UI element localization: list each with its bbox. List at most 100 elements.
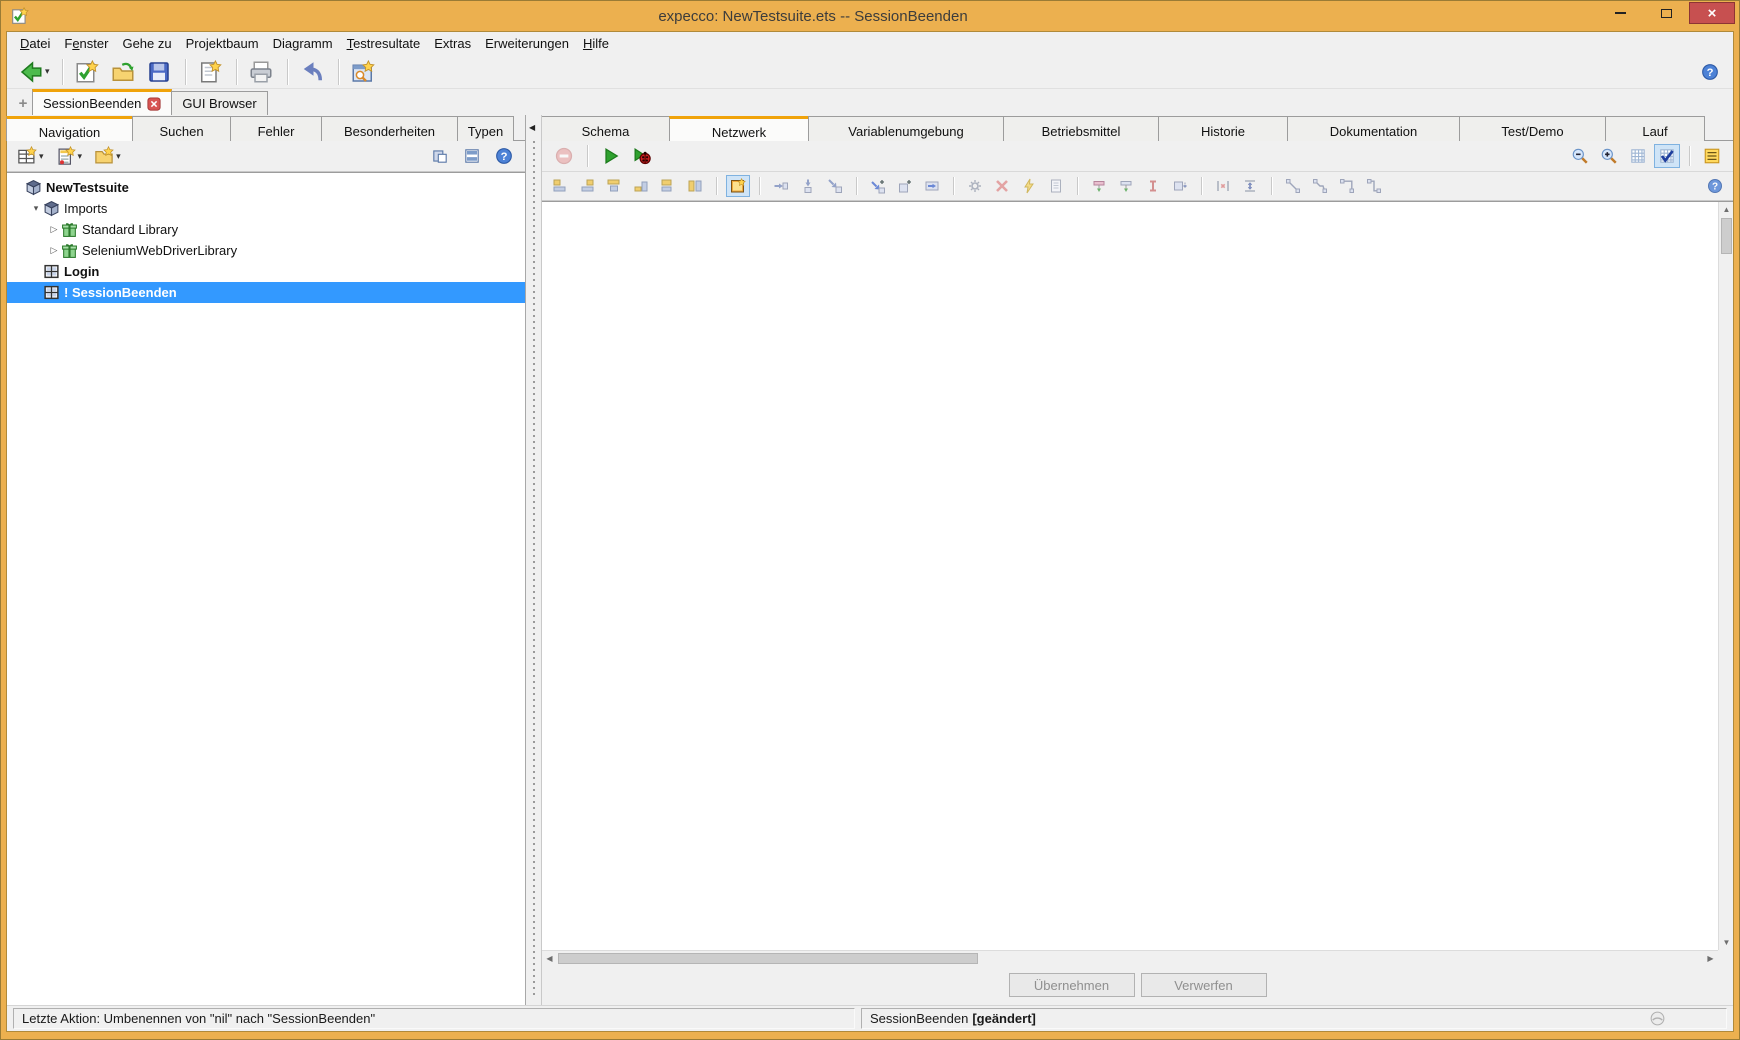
close-button[interactable]: × xyxy=(1689,2,1735,24)
splitter-handle[interactable] xyxy=(533,141,535,997)
horizontal-gap-button[interactable] xyxy=(1211,175,1235,197)
grid-button[interactable] xyxy=(1625,144,1651,168)
breakpoint-button[interactable] xyxy=(1017,175,1041,197)
tree-item-seleniumwebdriverlibrary[interactable]: ▷ SeleniumWebDriverLibrary xyxy=(7,240,525,261)
tree-item-sessionbeenden[interactable]: ! SessionBeenden xyxy=(7,282,525,303)
new-item-menu-button[interactable]: ▾ xyxy=(52,143,87,169)
tab-netzwerk[interactable]: Netzwerk xyxy=(669,116,809,141)
horizontal-scroll-thumb[interactable] xyxy=(558,953,978,964)
insert-before-button[interactable] xyxy=(769,175,793,197)
line-rounded-button[interactable] xyxy=(1362,175,1386,197)
tree-item-newtestsuite[interactable]: NewTestsuite xyxy=(7,177,525,198)
menu-datei[interactable]: Datei xyxy=(13,34,57,53)
apply-button[interactable]: Übernehmen xyxy=(1009,973,1135,997)
insert-below-button[interactable] xyxy=(796,175,820,197)
detach-view-button[interactable] xyxy=(427,144,455,168)
top-anchor-button[interactable] xyxy=(1087,175,1111,197)
run-button[interactable] xyxy=(597,143,625,169)
new-element-button[interactable] xyxy=(726,175,750,197)
menu-erweiterungen[interactable]: Erweiterungen xyxy=(478,34,576,53)
accept-button[interactable] xyxy=(71,57,105,87)
menu-hilfe[interactable]: Hilfe xyxy=(576,34,616,53)
new-view-menu-button[interactable]: ▾ xyxy=(13,143,48,169)
split-view-button[interactable] xyxy=(459,144,487,168)
help-button[interactable] xyxy=(1703,175,1727,197)
scroll-left-icon[interactable]: ◀ xyxy=(542,951,557,966)
line-orthogonal-button[interactable] xyxy=(1335,175,1359,197)
tab-betriebsmittel[interactable]: Betriebsmittel xyxy=(1003,116,1159,141)
print-button[interactable] xyxy=(245,57,279,87)
tree-item-standard-library[interactable]: ▷ Standard Library xyxy=(7,219,525,240)
menu-diagramm[interactable]: Diagramm xyxy=(266,34,340,53)
discard-button[interactable]: Verwerfen xyxy=(1141,973,1267,997)
vertical-distribute-button[interactable] xyxy=(1141,175,1165,197)
tab-navigation[interactable]: Navigation xyxy=(6,116,133,141)
vertical-scroll-thumb[interactable] xyxy=(1721,218,1732,254)
menu-projektbaum[interactable]: Projektbaum xyxy=(179,34,266,53)
vertical-scrollbar[interactable]: ▲ ▼ xyxy=(1718,202,1733,950)
settings-button[interactable] xyxy=(963,175,987,197)
undo-button[interactable] xyxy=(296,57,330,87)
menu-gehe-zu[interactable]: Gehe zu xyxy=(115,34,178,53)
maximize-button[interactable] xyxy=(1643,2,1689,24)
snap-grid-button[interactable] xyxy=(1654,144,1680,168)
minimize-button[interactable] xyxy=(1597,2,1643,24)
stop-button[interactable] xyxy=(550,143,578,169)
input-anchor-icon[interactable] xyxy=(550,208,565,223)
tab-typen[interactable]: Typen xyxy=(457,116,514,141)
input-anchor-icon[interactable] xyxy=(1671,208,1686,223)
save-button[interactable] xyxy=(143,57,177,87)
tab-besonderheiten[interactable]: Besonderheiten xyxy=(321,116,458,141)
vertical-gap-button[interactable] xyxy=(1238,175,1262,197)
align-left-button[interactable] xyxy=(548,175,572,197)
scroll-right-icon[interactable]: ▶ xyxy=(1703,951,1718,966)
tab-fehler[interactable]: Fehler xyxy=(230,116,322,141)
align-bottom-button[interactable] xyxy=(629,175,653,197)
output-anchor-icon[interactable] xyxy=(571,208,586,223)
tab-gui-browser[interactable]: GUI Browser xyxy=(171,91,267,115)
menu-fenster[interactable]: Fenster xyxy=(57,34,115,53)
network-canvas[interactable]: ▲ ▼ ◀ ▶ xyxy=(542,201,1733,965)
menu-testresultate[interactable]: Testresultate xyxy=(340,34,428,53)
tab-sessionbeenden[interactable]: SessionBeenden xyxy=(32,89,172,115)
open-button[interactable] xyxy=(107,57,141,87)
protocol-button[interactable] xyxy=(1044,175,1068,197)
line-diagonal-button[interactable] xyxy=(1308,175,1332,197)
tree-item-imports[interactable]: ▾ Imports xyxy=(7,198,525,219)
scroll-down-icon[interactable]: ▼ xyxy=(1719,935,1734,950)
tab-dokumentation[interactable]: Dokumentation xyxy=(1287,116,1460,141)
expander-icon[interactable]: ▷ xyxy=(47,224,61,235)
close-tab-icon[interactable] xyxy=(147,97,161,111)
inline-block-button[interactable] xyxy=(920,175,944,197)
expander-icon[interactable]: ▷ xyxy=(47,245,61,256)
back-button[interactable]: ▾ xyxy=(15,57,54,87)
tree-item-login[interactable]: Login xyxy=(7,261,525,282)
debug-button[interactable] xyxy=(628,143,656,169)
tab-lauf[interactable]: Lauf xyxy=(1605,116,1705,141)
help-button[interactable] xyxy=(491,144,519,168)
tab-test-demo[interactable]: Test/Demo xyxy=(1459,116,1606,141)
tab-historie[interactable]: Historie xyxy=(1158,116,1288,141)
output-anchor-icon[interactable] xyxy=(1692,208,1707,223)
horizontal-scrollbar[interactable]: ◀ ▶ xyxy=(542,950,1718,965)
zoom-out-button[interactable] xyxy=(1567,144,1593,168)
menu-extras[interactable]: Extras xyxy=(427,34,478,53)
zoom-in-button[interactable] xyxy=(1596,144,1622,168)
insert-after-button[interactable] xyxy=(823,175,847,197)
line-direct-button[interactable] xyxy=(1281,175,1305,197)
delete-button[interactable] xyxy=(990,175,1014,197)
align-vertical-button[interactable] xyxy=(683,175,707,197)
add-connection-button[interactable] xyxy=(866,175,890,197)
new-window-button[interactable] xyxy=(194,57,228,87)
tab-suchen[interactable]: Suchen xyxy=(132,116,231,141)
panel-splitter[interactable]: ◀ xyxy=(526,115,542,1005)
align-right-button[interactable] xyxy=(575,175,599,197)
scroll-up-icon[interactable]: ▲ xyxy=(1719,202,1734,217)
align-horizontal-button[interactable] xyxy=(656,175,680,197)
tab-schema[interactable]: Schema xyxy=(541,116,670,141)
gui-browser-button[interactable] xyxy=(347,57,381,87)
help-button[interactable] xyxy=(1697,60,1725,84)
new-folder-menu-button[interactable]: ▾ xyxy=(90,143,125,169)
form-editor-button[interactable] xyxy=(1699,144,1725,168)
resize-element-button[interactable] xyxy=(1168,175,1192,197)
